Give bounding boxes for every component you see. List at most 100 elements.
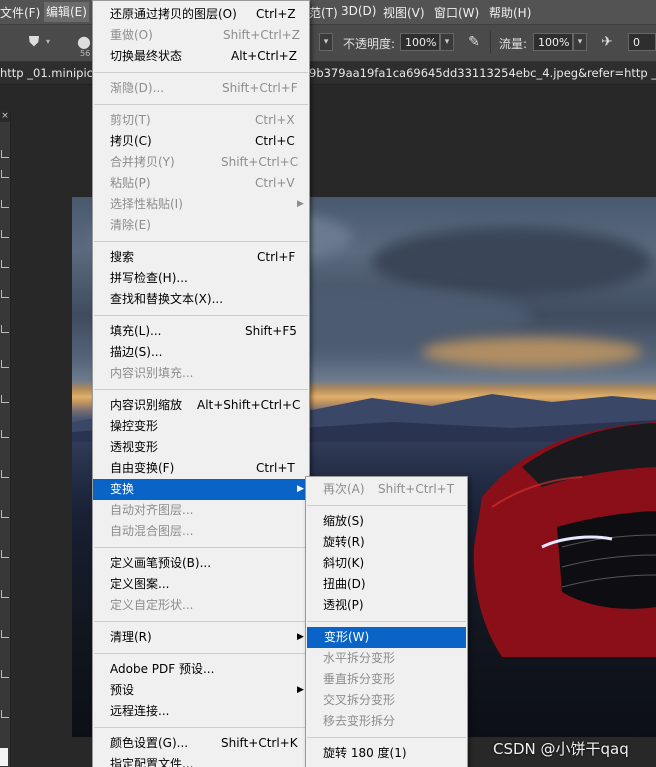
menu-item-presets[interactable]: 预设 ▶ (93, 680, 309, 701)
tool-icon[interactable] (1, 430, 9, 438)
edit-menu: 还原通过拷贝的图层(O) Ctrl+Z 重做(O) Shift+Ctrl+Z 切换最… (92, 0, 310, 767)
menu-item-toggle-last-state[interactable]: 切换最终状态 Alt+Ctrl+Z (93, 46, 309, 67)
separator (490, 31, 491, 53)
menu-item-define-brush[interactable]: 定义画笔预设(B)... (93, 553, 309, 574)
menu-separator (94, 241, 308, 242)
menu-file[interactable]: 文件(F) (0, 4, 40, 21)
pressure-opacity-icon[interactable]: ✎ (464, 32, 484, 52)
tool-icon[interactable] (1, 710, 9, 718)
flow-dropdown[interactable]: ▾ (573, 33, 587, 51)
menu-item-define-shape[interactable]: 定义自定形状... (93, 595, 309, 616)
menu-help[interactable]: 帮助(H) (489, 4, 531, 21)
document-tab-left[interactable]: http _01.minipic.e (0, 66, 104, 80)
menu-item-split-warp-horizontal[interactable]: 水平拆分变形 (306, 648, 467, 669)
menu-separator (94, 72, 308, 73)
red-car (473, 422, 656, 657)
submenu-arrow-icon: ▶ (297, 199, 304, 209)
menu-item-paste-special[interactable]: 选择性粘贴(I) ▶ (93, 194, 309, 215)
tool-icon[interactable] (1, 290, 9, 298)
menu-item-remove-warp-split[interactable]: 移去变形拆分 (306, 711, 467, 732)
chevron-down-icon[interactable]: ▾ (46, 37, 50, 46)
mode-dropdown[interactable]: ▾ (319, 33, 333, 51)
menu-item-search[interactable]: 搜索 Ctrl+F (93, 247, 309, 268)
menu-separator (307, 505, 466, 506)
menu-item-puppet-warp[interactable]: 操控变形 (93, 416, 309, 437)
angle-input[interactable]: 0 (628, 33, 656, 51)
tool-icon[interactable] (1, 590, 9, 598)
submenu-arrow-icon: ▶ (297, 632, 304, 642)
menu-item-split-warp-crosswise[interactable]: 交叉拆分变形 (306, 690, 467, 711)
menu-item-again[interactable]: 再次(A) Shift+Ctrl+T (306, 479, 467, 500)
tool-icon[interactable] (1, 630, 9, 638)
tool-icon[interactable] (1, 170, 9, 178)
menu-item-spell-check[interactable]: 拼写检查(H)... (93, 268, 309, 289)
menu-item-remote-connections[interactable]: 远程连接... (93, 701, 309, 722)
document-tab-title[interactable]: 9b379aa19fa1ca69645dd33113254ebc_4.jpeg&… (309, 66, 656, 80)
stamp-tool-icon[interactable]: ⛊ (24, 32, 44, 52)
menu-item-pdf-presets[interactable]: Adobe PDF 预设... (93, 659, 309, 680)
flow-label: 流量: (499, 37, 528, 51)
menu-window[interactable]: 窗口(W) (434, 4, 479, 21)
menu-item-cut[interactable]: 剪切(T) Ctrl+X (93, 110, 309, 131)
tool-icon[interactable] (1, 470, 9, 478)
menu-item-assign-profile[interactable]: 指定配置文件... (93, 754, 309, 767)
opacity-label: 不透明度: (343, 37, 396, 51)
menu-item-transform[interactable]: 变换 ▶ (93, 479, 309, 500)
menu-type[interactable]: 范(T) (309, 4, 338, 21)
tool-icon[interactable] (1, 260, 9, 268)
flow-input[interactable]: 100% (533, 33, 573, 51)
menu-item-warp[interactable]: 变形(W) (307, 627, 466, 648)
menu-item-copy[interactable]: 拷贝(C) Ctrl+C (93, 131, 309, 152)
menu-item-perspective-warp[interactable]: 透视变形 (93, 437, 309, 458)
menu-item-purge[interactable]: 清理(R) ▶ (93, 627, 309, 648)
menu-separator (94, 315, 308, 316)
menu-item-paste[interactable]: 粘贴(P) Ctrl+V (93, 173, 309, 194)
close-icon[interactable]: × (0, 110, 10, 122)
menu-item-distort[interactable]: 扭曲(D) (306, 574, 467, 595)
menu-item-redo[interactable]: 重做(O) Shift+Ctrl+Z (93, 25, 309, 46)
menu-item-auto-blend[interactable]: 自动混合图层... (93, 521, 309, 542)
menu-item-stroke[interactable]: 描边(S)... (93, 342, 309, 363)
menu-item-color-settings[interactable]: 颜色设置(G)... Shift+Ctrl+K (93, 733, 309, 754)
menu-separator (94, 653, 308, 654)
menu-view[interactable]: 视图(V) (383, 4, 425, 21)
menu-separator (307, 621, 466, 622)
tool-icon[interactable] (1, 200, 9, 208)
opacity-input[interactable]: 100% (400, 33, 440, 51)
menu-item-auto-align[interactable]: 自动对齐图层... (93, 500, 309, 521)
menu-edit[interactable]: 编辑(E) (44, 2, 89, 22)
menu-item-content-aware-scale[interactable]: 内容识别缩放 Alt+Shift+Ctrl+C (93, 395, 309, 416)
menu-item-split-warp-vertical[interactable]: 垂直拆分变形 (306, 669, 467, 690)
airbrush-icon[interactable]: ✈ (597, 32, 617, 52)
menu-item-fill[interactable]: 填充(L)... Shift+F5 (93, 321, 309, 342)
tool-icon[interactable] (1, 230, 9, 238)
menu-item-find-replace[interactable]: 查找和替换文本(X)... (93, 289, 309, 310)
menu-item-scale[interactable]: 缩放(S) (306, 511, 467, 532)
tool-icon[interactable] (1, 395, 9, 403)
menu-item-copy-merged[interactable]: 合并拷贝(Y) Shift+Ctrl+C (93, 152, 309, 173)
foreground-color-swatch[interactable] (0, 748, 8, 766)
tool-icon[interactable] (1, 670, 9, 678)
menu-3d[interactable]: 3D(D) (341, 4, 376, 18)
brush-size: 56 (80, 49, 91, 58)
tool-icon[interactable] (1, 510, 9, 518)
photoshop-window: 文件(F) 编辑(E) 范(T) 3D(D) 视图(V) 窗口(W) 帮助(H)… (0, 0, 656, 767)
transform-submenu: 再次(A) Shift+Ctrl+T 缩放(S) 旋转(R) 斜切(K) 扭曲(D… (305, 476, 468, 767)
cloud-shape (372, 227, 652, 297)
menu-item-content-aware-fill[interactable]: 内容识别填充... (93, 363, 309, 384)
menu-item-free-transform[interactable]: 自由变换(F) Ctrl+T (93, 458, 309, 479)
opacity-dropdown[interactable]: ▾ (440, 33, 454, 51)
menu-item-rotate-180[interactable]: 旋转 180 度(1) (306, 743, 467, 764)
tool-icon[interactable] (1, 360, 9, 368)
menu-item-rotate[interactable]: 旋转(R) (306, 532, 467, 553)
menu-item-fade[interactable]: 渐隐(D)... Shift+Ctrl+F (93, 78, 309, 99)
tool-icon[interactable] (1, 150, 9, 158)
tool-icon[interactable] (1, 550, 9, 558)
menu-item-skew[interactable]: 斜切(K) (306, 553, 467, 574)
menu-separator (94, 389, 308, 390)
tool-icon[interactable] (1, 325, 9, 333)
menu-item-define-pattern[interactable]: 定义图案... (93, 574, 309, 595)
menu-item-clear[interactable]: 清除(E) (93, 215, 309, 236)
menu-item-perspective[interactable]: 透视(P) (306, 595, 467, 616)
menu-item-undo[interactable]: 还原通过拷贝的图层(O) Ctrl+Z (93, 4, 309, 25)
